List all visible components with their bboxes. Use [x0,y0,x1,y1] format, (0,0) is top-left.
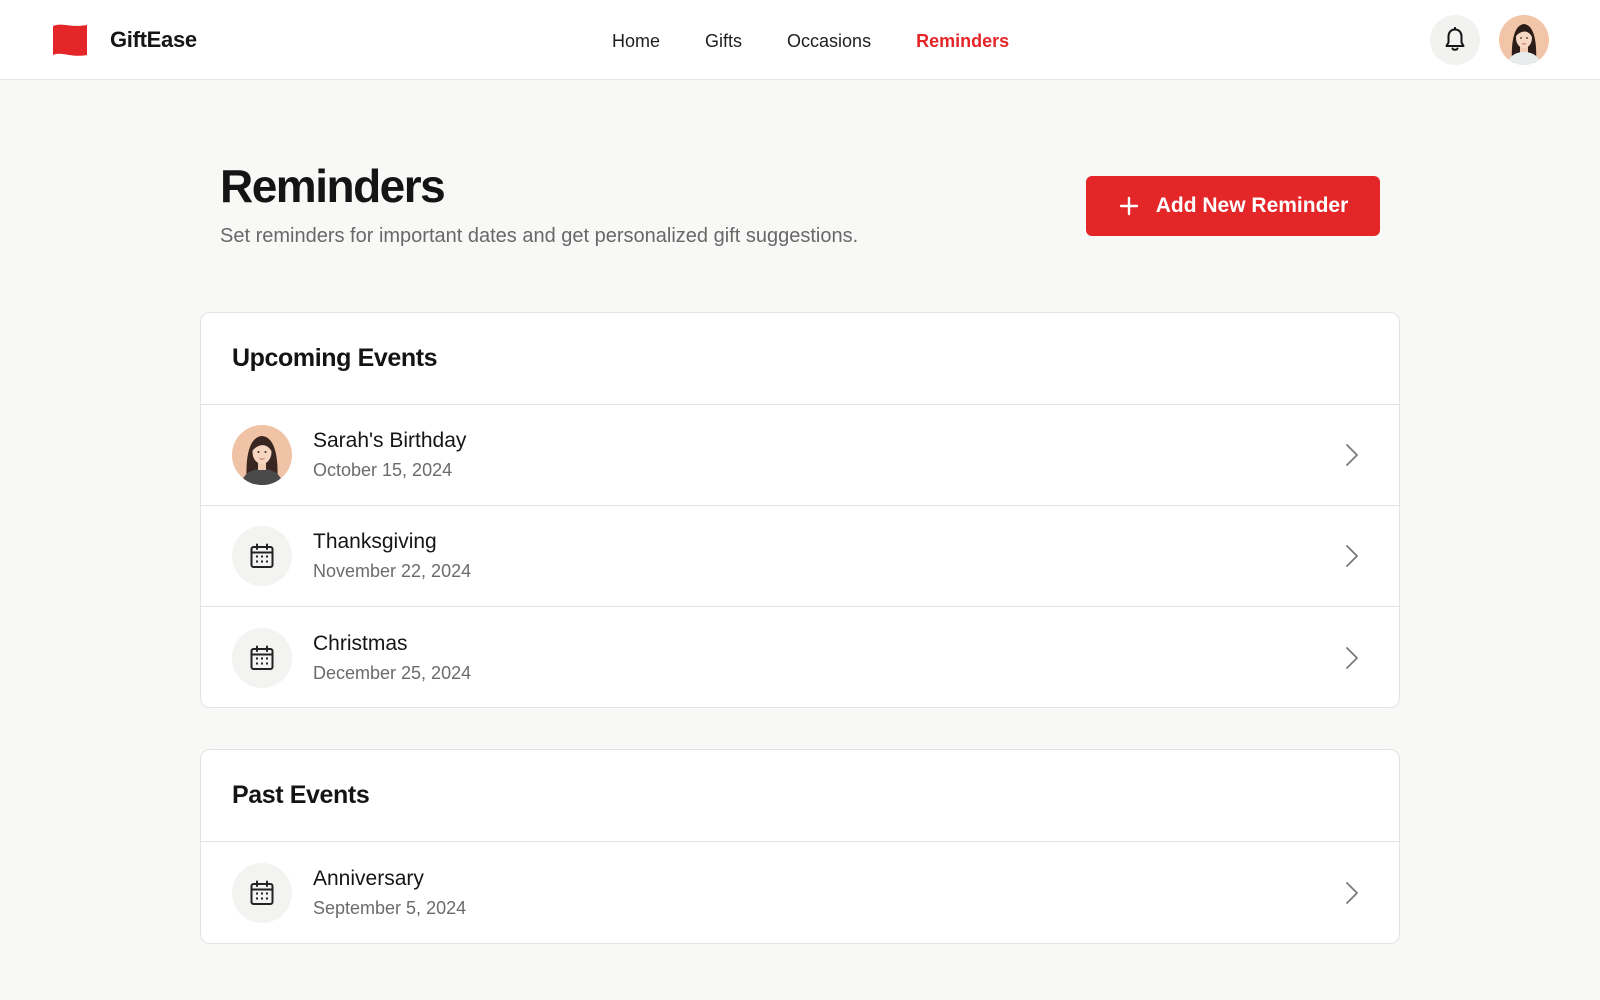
event-row-anniversary[interactable]: Anniversary September 5, 2024 [201,842,1399,943]
past-events-title: Past Events [232,781,370,809]
event-row-thanksgiving[interactable]: Thanksgiving November 22, 2024 [201,506,1399,607]
page-title: Reminders [220,160,446,212]
chevron-right-icon [1346,646,1358,669]
brand[interactable]: GiftEase [52,22,197,58]
event-name: Sarah's Birthday [313,429,467,452]
upcoming-events-header: Upcoming Events [201,313,1399,405]
event-date: November 22, 2024 [313,561,472,581]
bell-icon [1445,27,1465,51]
nav-link-gifts[interactable]: Gifts [705,29,742,53]
nav-link-occasions[interactable]: Occasions [787,29,871,53]
nav-link-reminders[interactable]: Reminders [916,29,1009,53]
upcoming-events-card: Upcoming Events Sarah's Birthday October… [200,312,1400,708]
notifications-button[interactable] [1430,15,1480,65]
event-name: Thanksgiving [313,530,437,553]
add-new-reminder-label: Add New Reminder [1155,194,1349,217]
page-subtitle: Set reminders for important dates and ge… [220,225,859,247]
chevron-right-icon [1346,881,1358,904]
event-date: October 15, 2024 [313,460,453,480]
past-events-card: Past Events Anniversary September 5, 202… [200,749,1400,944]
app-name: GiftEase [110,27,197,52]
event-row-christmas[interactable]: Christmas December 25, 2024 [201,607,1399,707]
event-date: December 25, 2024 [313,662,472,683]
calendar-icon [250,543,274,568]
event-name: Anniversary [313,866,424,890]
user-avatar[interactable] [1499,15,1549,65]
top-navigation-bar: GiftEase Home Gifts Occasions Reminders [0,0,1600,80]
add-new-reminder-button[interactable]: Add New Reminder [1086,176,1380,236]
event-icon-container [232,627,292,688]
event-name: Christmas [313,631,408,655]
flag-logo-icon [53,24,87,56]
sarah-avatar [232,425,292,485]
past-events-header: Past Events [201,750,1399,842]
chevron-right-icon [1346,545,1358,567]
sarah-avatar-image [232,425,292,485]
user-avatar-image [1499,15,1549,65]
calendar-icon [250,645,274,670]
upcoming-events-title: Upcoming Events [232,344,438,372]
event-row-sarahs-birthday[interactable]: Sarah's Birthday October 15, 2024 [201,405,1399,506]
event-icon-container [232,526,292,586]
event-icon-container [232,862,292,923]
main-nav: Home Gifts Occasions Reminders [612,29,1054,53]
chevron-right-icon [1346,444,1358,466]
plus-icon [1119,196,1138,216]
event-date: September 5, 2024 [313,897,467,918]
nav-link-home[interactable]: Home [612,29,660,53]
calendar-icon [250,880,274,905]
